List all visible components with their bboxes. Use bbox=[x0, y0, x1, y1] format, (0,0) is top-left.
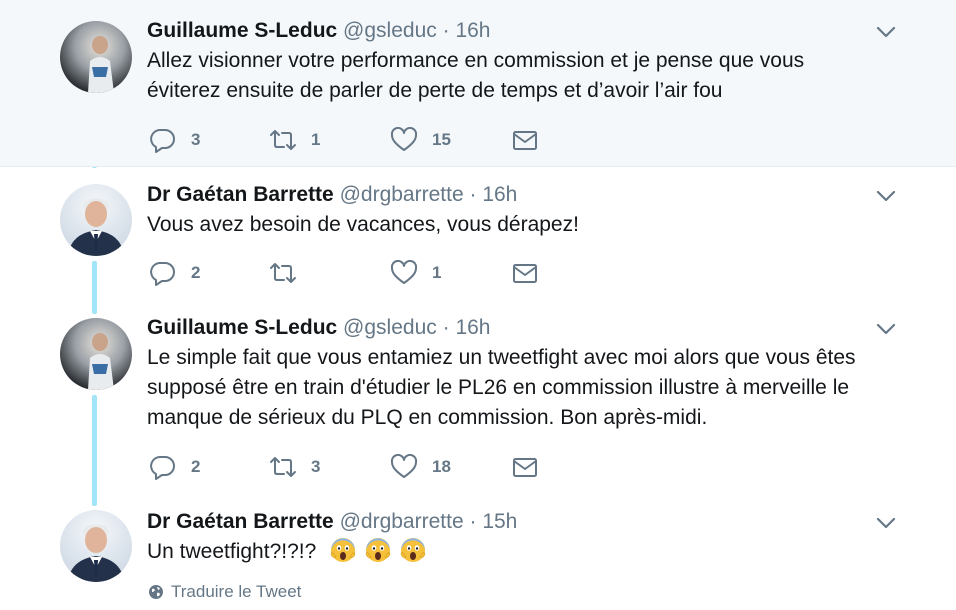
reply-icon bbox=[150, 262, 175, 286]
tweet[interactable]: Dr Gaétan Barrette @drgbarrette · 16h Vo… bbox=[0, 168, 956, 302]
dm-icon bbox=[513, 264, 537, 283]
retweet-icon bbox=[270, 457, 296, 477]
avatar[interactable] bbox=[60, 318, 132, 390]
tweet-text: Vous avez besoin de vacances, vous dérap… bbox=[147, 210, 907, 240]
like-button[interactable]: 15 bbox=[390, 125, 451, 155]
avatar[interactable] bbox=[60, 184, 132, 256]
tweet-text-line: Le simple fait que vous entamiez un twee… bbox=[147, 346, 856, 369]
avatar[interactable] bbox=[60, 510, 132, 582]
tweet[interactable]: Dr Gaétan Barrette @drgbarrette · 15h Un… bbox=[0, 496, 956, 610]
dm-button[interactable] bbox=[511, 258, 539, 288]
screaming-face-emoji-icon bbox=[365, 538, 391, 562]
reply-button[interactable]: 3 bbox=[149, 125, 200, 155]
retweet-button[interactable] bbox=[269, 258, 311, 288]
tweet-text: Un tweetfight?!?!? bbox=[147, 537, 907, 567]
tweet-text-line: manque de sérieux du PLQ en commission. … bbox=[147, 406, 708, 429]
like-count: 18 bbox=[432, 457, 451, 476]
like-button[interactable]: 18 bbox=[390, 452, 451, 482]
tweet[interactable]: Guillaume S-Leduc @gsleduc · 16h Allez v… bbox=[0, 0, 956, 167]
retweet-button[interactable]: 3 bbox=[269, 452, 320, 482]
reply-icon bbox=[150, 456, 175, 480]
author-name[interactable]: Dr Gaétan Barrette bbox=[147, 510, 334, 533]
retweet-count: 1 bbox=[311, 130, 321, 149]
like-icon bbox=[390, 260, 418, 284]
author-handle[interactable]: @drgbarrette bbox=[340, 183, 464, 206]
tweet-text: Allez visionner votre performance en com… bbox=[147, 46, 907, 106]
dm-icon bbox=[513, 131, 537, 150]
reply-count: 3 bbox=[191, 130, 201, 149]
author-handle[interactable]: @gsleduc bbox=[343, 316, 437, 339]
dm-icon bbox=[513, 458, 537, 477]
tweet-actions: 2 3 18 bbox=[149, 452, 569, 482]
tweet-text-line: Un tweetfight?!?!? bbox=[147, 540, 317, 563]
like-button[interactable]: 1 bbox=[390, 258, 441, 288]
avatar[interactable] bbox=[60, 21, 132, 93]
reply-count: 2 bbox=[191, 457, 201, 476]
tweet-text-line: Vous avez besoin de vacances, vous dérap… bbox=[147, 213, 579, 236]
chevron-down-icon[interactable] bbox=[876, 516, 896, 530]
separator: · bbox=[442, 19, 450, 42]
retweet-icon bbox=[270, 263, 296, 283]
chevron-down-icon[interactable] bbox=[876, 322, 896, 336]
retweet-button[interactable]: 1 bbox=[269, 125, 320, 155]
dm-button[interactable] bbox=[511, 125, 539, 155]
tweet[interactable]: Guillaume S-Leduc @gsleduc · 16h Le simp… bbox=[0, 302, 956, 496]
tweet-actions: 3 1 15 bbox=[149, 125, 569, 155]
globe-icon bbox=[149, 585, 163, 599]
reply-icon bbox=[150, 129, 175, 153]
translate-label: Traduire le Tweet bbox=[171, 582, 302, 601]
translate-tweet-link[interactable]: Traduire le Tweet bbox=[148, 582, 301, 602]
dm-button[interactable] bbox=[511, 452, 539, 482]
timestamp[interactable]: 16h bbox=[455, 316, 490, 339]
separator: · bbox=[442, 316, 450, 339]
retweet-icon bbox=[270, 130, 296, 150]
author-handle[interactable]: @gsleduc bbox=[343, 19, 437, 42]
separator: · bbox=[469, 183, 477, 206]
like-icon bbox=[390, 127, 418, 151]
author-name[interactable]: Guillaume S-Leduc bbox=[147, 19, 337, 42]
author-name[interactable]: Dr Gaétan Barrette bbox=[147, 183, 334, 206]
like-icon bbox=[390, 454, 418, 478]
tweet-text-line: Allez visionner votre performance en com… bbox=[147, 49, 805, 72]
reply-button[interactable]: 2 bbox=[149, 452, 200, 482]
tweet-text-line: supposé être en train d'étudier le PL26 … bbox=[147, 376, 850, 399]
timestamp[interactable]: 16h bbox=[455, 19, 490, 42]
tweet-text-line: éviterez ensuite de parler de perte de t… bbox=[147, 79, 723, 102]
like-count: 15 bbox=[432, 130, 451, 149]
reply-count: 2 bbox=[191, 263, 201, 282]
chevron-down-icon[interactable] bbox=[876, 25, 896, 39]
tweet-text: Le simple fait que vous entamiez un twee… bbox=[147, 343, 907, 433]
screaming-face-emoji-icon bbox=[330, 538, 356, 562]
like-count: 1 bbox=[432, 263, 442, 282]
timestamp[interactable]: 15h bbox=[482, 510, 517, 533]
screaming-face-emoji-icon bbox=[400, 538, 426, 562]
tweet-actions: 2 1 bbox=[149, 258, 569, 288]
author-handle[interactable]: @drgbarrette bbox=[340, 510, 464, 533]
retweet-count: 3 bbox=[311, 457, 321, 476]
timestamp[interactable]: 16h bbox=[482, 183, 517, 206]
author-name[interactable]: Guillaume S-Leduc bbox=[147, 316, 337, 339]
separator: · bbox=[469, 510, 477, 533]
reply-button[interactable]: 2 bbox=[149, 258, 200, 288]
chevron-down-icon[interactable] bbox=[876, 189, 896, 203]
